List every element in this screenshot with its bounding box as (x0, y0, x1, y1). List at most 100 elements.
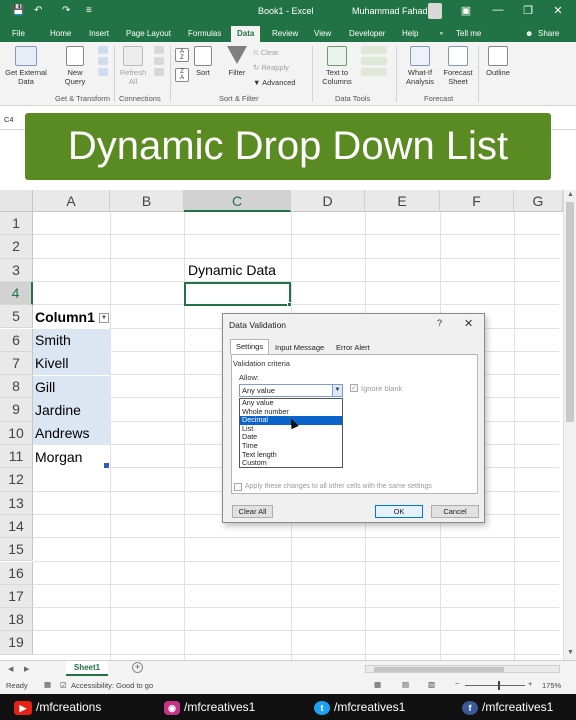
row-header-1[interactable]: 1 (0, 212, 33, 236)
list-item[interactable]: Custom (240, 459, 342, 468)
column-header-c[interactable]: C (184, 190, 291, 212)
row-header-14[interactable]: 14 (0, 514, 33, 539)
ribbon-display-icon[interactable]: ▣ (458, 4, 474, 17)
active-cell-c4[interactable] (184, 282, 291, 306)
add-sheet-icon[interactable]: + (132, 662, 143, 673)
zoom-slider-handle[interactable] (498, 681, 500, 690)
tab-home[interactable]: Home (50, 29, 71, 38)
tab-settings-active[interactable]: Settings (230, 339, 270, 355)
normal-view-icon[interactable]: ▦ (374, 680, 381, 689)
sheet-tab-sheet1[interactable]: Sheet1 (66, 661, 108, 676)
reapply-button[interactable]: ↻ Reapply (253, 63, 289, 72)
restore-button[interactable]: ❐ (520, 4, 536, 17)
row-header-6[interactable]: 6 (0, 328, 33, 352)
what-if-button[interactable]: What-If Analysis (400, 46, 440, 86)
forecast-sheet-button[interactable]: Forecast Sheet (440, 46, 476, 86)
table-cell[interactable]: Gill (33, 376, 110, 400)
row-header-9[interactable]: 9 (0, 398, 33, 422)
new-query-button[interactable]: New Query (58, 46, 92, 86)
row-header-3[interactable]: 3 (0, 258, 33, 282)
zoom-level[interactable]: 175% (542, 681, 561, 690)
name-box[interactable]: C4 (4, 115, 14, 124)
vertical-scrollbar[interactable]: ▲ ▼ (563, 190, 576, 660)
tab-view[interactable]: View (314, 29, 331, 38)
row-header-4[interactable]: 4 (0, 281, 33, 306)
tab-file[interactable]: File (12, 29, 25, 38)
scroll-down-icon[interactable]: ▼ (567, 649, 574, 656)
apply-all-checkbox[interactable] (234, 483, 242, 491)
facebook-link[interactable]: f/mfcreatives1 (462, 698, 553, 716)
tell-me-search[interactable]: Tell me (456, 29, 481, 38)
row-header-13[interactable]: 13 (0, 491, 33, 515)
chevron-down-icon[interactable]: ▼ (332, 385, 342, 396)
sort-descending-button[interactable]: ZA (174, 68, 190, 84)
scroll-thumb[interactable] (374, 667, 504, 672)
text-to-columns-button[interactable]: Text to Columns (318, 46, 356, 86)
table-resize-handle[interactable] (104, 463, 109, 468)
outline-button[interactable]: Outline (482, 46, 514, 77)
tab-page-layout[interactable]: Page Layout (126, 29, 171, 38)
youtube-link[interactable]: ▶ /mfcreations (14, 698, 101, 716)
filter-button[interactable]: Filter (224, 46, 250, 77)
ok-button[interactable]: OK (375, 505, 423, 518)
sort-ascending-button[interactable]: AZ (174, 48, 190, 64)
row-header-12[interactable]: 12 (0, 468, 33, 492)
fill-handle[interactable] (287, 302, 292, 307)
save-icon[interactable]: 💾 (12, 5, 24, 16)
tab-formulas[interactable]: Formulas (188, 29, 221, 38)
advanced-button[interactable]: ▼ Advanced (253, 78, 295, 87)
clear-button[interactable]: ⛌ Clear (253, 48, 279, 57)
minimize-button[interactable]: — (490, 4, 506, 16)
prev-sheet-icon[interactable]: ◀ (8, 665, 13, 673)
row-header-5[interactable]: 5 (0, 305, 33, 329)
redo-icon[interactable]: ↷ (62, 5, 70, 16)
table-header-cell[interactable]: Column1 ▼ (33, 306, 110, 330)
tab-review[interactable]: Review (272, 29, 298, 38)
next-sheet-icon[interactable]: ▶ (24, 665, 29, 673)
filter-dropdown-icon[interactable]: ▼ (99, 313, 109, 323)
accessibility-status[interactable]: Accessibility: Good to go (71, 681, 153, 690)
row-header-17[interactable]: 17 (0, 584, 33, 609)
data-tools-small-icons[interactable] (358, 46, 390, 78)
table-cell[interactable]: Morgan (33, 446, 110, 469)
instagram-link[interactable]: ◉ /mfcreatives1 (164, 698, 255, 716)
table-cell[interactable]: Jardine (33, 399, 110, 423)
row-header-19[interactable]: 19 (0, 631, 33, 655)
column-header-e[interactable]: E (365, 190, 440, 212)
get-external-data-button[interactable]: Get External Data (3, 46, 49, 86)
refresh-all-button[interactable]: Refresh All (116, 46, 150, 86)
help-icon[interactable]: ? (437, 318, 442, 328)
row-header-10[interactable]: 10 (0, 421, 33, 445)
tab-help[interactable]: Help (402, 29, 418, 38)
allow-options-list[interactable]: Any value Whole number Decimal List Date… (239, 398, 343, 468)
zoom-in-icon[interactable]: + (528, 679, 532, 688)
tab-error-alert[interactable]: Error Alert (330, 340, 376, 354)
column-header-d[interactable]: D (291, 190, 365, 212)
cell-c3[interactable]: Dynamic Data (186, 259, 290, 282)
column-header-b[interactable]: B (110, 190, 184, 212)
scroll-thumb[interactable] (566, 202, 574, 422)
tab-input-message[interactable]: Input Message (269, 340, 330, 354)
dialog-close-icon[interactable]: ✕ (464, 317, 473, 330)
row-header-7[interactable]: 7 (0, 351, 33, 376)
tab-insert[interactable]: Insert (89, 29, 109, 38)
query-small-icons[interactable] (96, 46, 110, 78)
zoom-slider[interactable] (465, 685, 525, 686)
share-button[interactable]: Share (538, 29, 559, 38)
row-header-15[interactable]: 15 (0, 538, 33, 562)
row-header-11[interactable]: 11 (0, 445, 33, 469)
row-header-8[interactable]: 8 (0, 375, 33, 399)
page-break-view-icon[interactable]: ▧ (428, 680, 435, 689)
column-header-g[interactable]: G (514, 190, 563, 212)
select-all-corner[interactable] (0, 190, 33, 212)
cancel-button[interactable]: Cancel (431, 505, 479, 518)
tab-data[interactable]: Data (231, 26, 261, 42)
row-header-2[interactable]: 2 (0, 235, 33, 259)
connection-small-icons[interactable] (152, 46, 166, 78)
sort-button[interactable]: Sort (192, 46, 214, 77)
user-name[interactable]: Muhammad Fahad (352, 6, 428, 16)
column-header-a[interactable]: A (33, 190, 110, 212)
zoom-out-icon[interactable]: − (455, 679, 459, 688)
table-cell[interactable]: Smith (33, 329, 110, 353)
row-header-18[interactable]: 18 (0, 608, 33, 632)
